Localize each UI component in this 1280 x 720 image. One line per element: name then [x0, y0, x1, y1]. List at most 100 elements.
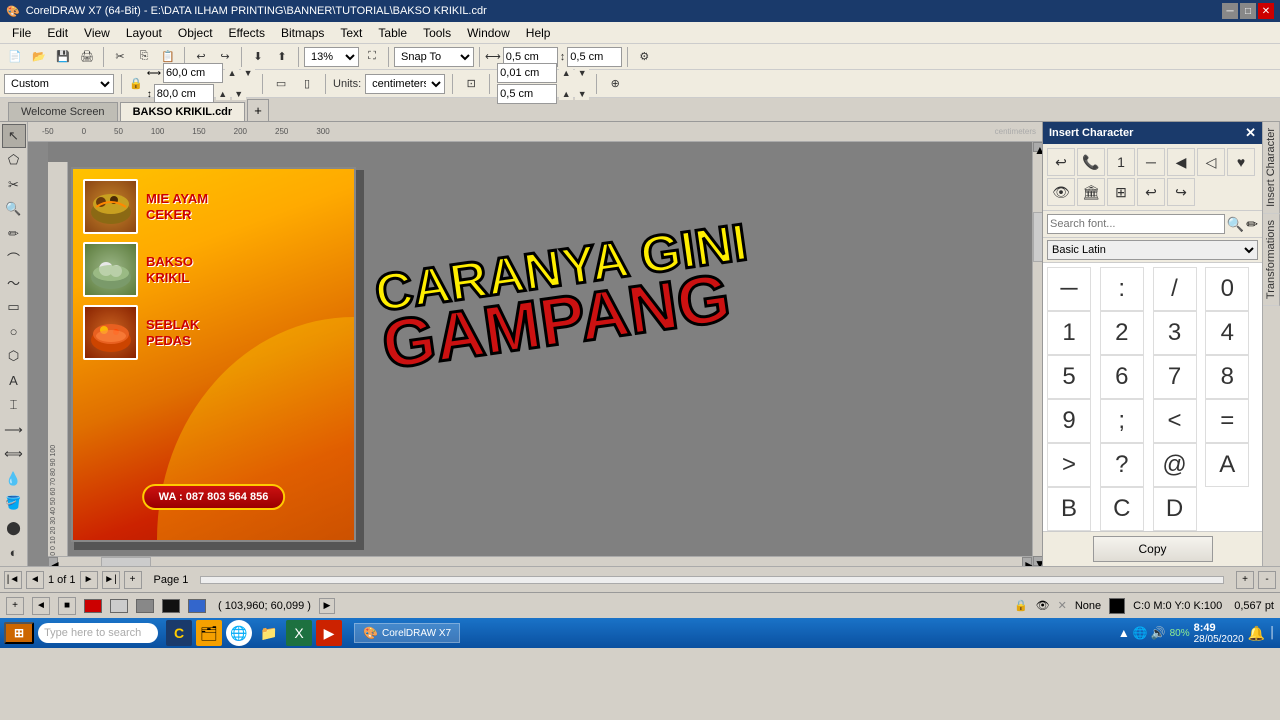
landscape-button[interactable]: ▯ [296, 73, 318, 95]
transparency-tool[interactable]: ◐ [2, 541, 26, 565]
page-add-button[interactable]: + [124, 571, 142, 589]
close-button[interactable]: ✕ [1258, 3, 1274, 19]
width-down-button[interactable]: ▼ [241, 67, 255, 79]
char-cell-3[interactable]: 3 [1153, 311, 1197, 355]
menu-window[interactable]: Window [459, 24, 518, 42]
char-cell-q[interactable]: ? [1100, 443, 1144, 487]
tab-welcome[interactable]: Welcome Screen [8, 102, 118, 121]
artistic-tool[interactable]: 〜 [2, 271, 26, 295]
char-icon-1[interactable]: 1 [1107, 148, 1135, 176]
smart-fill-tool[interactable]: ⬤ [2, 516, 26, 540]
units-select[interactable]: centimeters inches [365, 74, 445, 94]
nudge2-field[interactable] [497, 84, 557, 104]
nudge2-up-button[interactable]: ▲ [559, 88, 573, 100]
ellipse-tool[interactable]: ○ [2, 320, 26, 344]
char-cell-6[interactable]: 6 [1100, 355, 1144, 399]
page-width-field[interactable] [163, 63, 223, 83]
preset-select[interactable]: Custom [4, 74, 114, 94]
char-cell-7[interactable]: 7 [1153, 355, 1197, 399]
show-desktop-button[interactable]: │ [1269, 627, 1276, 639]
maximize-button[interactable]: □ [1240, 3, 1256, 19]
taskbar-active-app[interactable]: 🎨 CorelDRAW X7 [354, 623, 460, 643]
add-page-status-button[interactable]: + [6, 597, 24, 615]
menu-table[interactable]: Table [370, 24, 415, 42]
height-down-button[interactable]: ▼ [232, 88, 246, 100]
char-cell-D[interactable]: D [1153, 487, 1197, 531]
menu-effects[interactable]: Effects [221, 24, 273, 42]
new-button[interactable]: 📄 [4, 46, 26, 68]
tray-up-arrow[interactable]: ▲ [1118, 626, 1130, 640]
page-next-button[interactable]: ► [80, 571, 98, 589]
char-cell-C[interactable]: C [1100, 487, 1144, 531]
menu-help[interactable]: Help [518, 24, 559, 42]
tab-add-button[interactable]: + [247, 99, 269, 121]
char-cell-B[interactable]: B [1047, 487, 1091, 531]
menu-edit[interactable]: Edit [39, 24, 76, 42]
char-icon-return2[interactable]: ↪ [1167, 178, 1195, 206]
char-cell-4[interactable]: 4 [1205, 311, 1249, 355]
portrait-button[interactable]: ▭ [270, 73, 292, 95]
freehand-tool[interactable]: ✏ [2, 222, 26, 246]
options-button[interactable]: ⚙ [633, 46, 655, 68]
full-screen-button[interactable]: ⛶ [361, 46, 383, 68]
taskbar-search-box[interactable]: Type here to search [38, 623, 158, 643]
subset-select[interactable]: Basic Latin Latin Extended [1047, 240, 1258, 260]
tray-volume-icon[interactable]: 🔊 [1151, 626, 1166, 640]
scroll-up-button[interactable]: ▲ [1033, 142, 1042, 152]
char-icon-eye[interactable]: 👁 [1047, 178, 1075, 206]
zoom-select[interactable]: 13% 25% 50% 100% [304, 47, 359, 67]
taskbar-icon-coreldraw[interactable]: C [166, 620, 192, 646]
scrollbar-vertical[interactable]: ▲ ▼ [1032, 142, 1042, 566]
scrollbar-horizontal[interactable]: ◄ ► [48, 556, 1032, 566]
char-cell-0[interactable]: 0 [1205, 267, 1249, 311]
status-expand-button[interactable]: ▶ [319, 598, 335, 614]
crop-tool[interactable]: ✂ [2, 173, 26, 197]
polygon-tool[interactable]: ⬡ [2, 345, 26, 369]
page-first-button[interactable]: |◄ [4, 571, 22, 589]
menu-layout[interactable]: Layout [118, 24, 170, 42]
char-icon-building[interactable]: 🏛 [1077, 178, 1105, 206]
canvas-area[interactable]: -10 0 10 20 30 40 50 60 70 80 90 100 [48, 142, 1042, 566]
char-icon-phone[interactable]: 📞 [1077, 148, 1105, 176]
font-edit-icon[interactable]: ✏ [1246, 216, 1258, 233]
open-button[interactable]: 📂 [28, 46, 50, 68]
scroll-thumb[interactable] [1033, 212, 1042, 262]
page-height-field[interactable] [154, 84, 214, 104]
text-tool[interactable]: A [2, 369, 26, 393]
zoom-in-view-button[interactable]: + [1236, 571, 1254, 589]
scroll-right-button[interactable]: ► [1022, 557, 1032, 566]
export-button[interactable]: ⬆ [271, 46, 293, 68]
char-cell-colon[interactable]: : [1100, 267, 1144, 311]
char-icon-grid[interactable]: ⊞ [1107, 178, 1135, 206]
char-cell-2[interactable]: 2 [1100, 311, 1144, 355]
save-button[interactable]: 💾 [52, 46, 74, 68]
page-scrollbar[interactable] [200, 576, 1224, 584]
print-button[interactable]: 🖨 [76, 46, 98, 68]
font-search-icon[interactable]: 🔍 [1227, 216, 1244, 233]
nudge-field[interactable] [497, 63, 557, 83]
stop-button[interactable]: ■ [58, 597, 76, 615]
shape-tool[interactable]: ⬠ [2, 149, 26, 173]
nudge-up-button[interactable]: ▲ [559, 67, 573, 79]
side-tab-transformations[interactable]: Transformations [1263, 214, 1280, 306]
scroll-left-button[interactable]: ◄ [48, 557, 58, 566]
char-icon-left2[interactable]: ◁ [1197, 148, 1225, 176]
parallel-dim-tool[interactable]: ⌶ [2, 394, 26, 418]
taskbar-icon-files[interactable]: 📁 [256, 620, 282, 646]
char-icon-return[interactable]: ↩ [1137, 178, 1165, 206]
char-cell-lt[interactable]: < [1153, 399, 1197, 443]
fill-color-box[interactable] [1109, 598, 1125, 614]
snap-to-select[interactable]: Snap To [394, 47, 474, 67]
taskbar-icon-media[interactable]: ▶ [316, 620, 342, 646]
char-cell-slash[interactable]: / [1153, 267, 1197, 311]
tray-clock[interactable]: 8:49 28/05/2020 [1194, 622, 1244, 645]
minimize-button[interactable]: ─ [1222, 3, 1238, 19]
char-icon-heart[interactable]: ♥ [1227, 148, 1255, 176]
page-last-button[interactable]: ►| [102, 571, 120, 589]
cut-button[interactable]: ✂ [109, 46, 131, 68]
prev-page-status-button[interactable]: ◄ [32, 597, 50, 615]
scale-button[interactable]: ⊡ [460, 73, 482, 95]
start-button[interactable]: ⊞ [4, 622, 34, 644]
menu-view[interactable]: View [76, 24, 118, 42]
color-swatch-black[interactable] [162, 599, 180, 613]
